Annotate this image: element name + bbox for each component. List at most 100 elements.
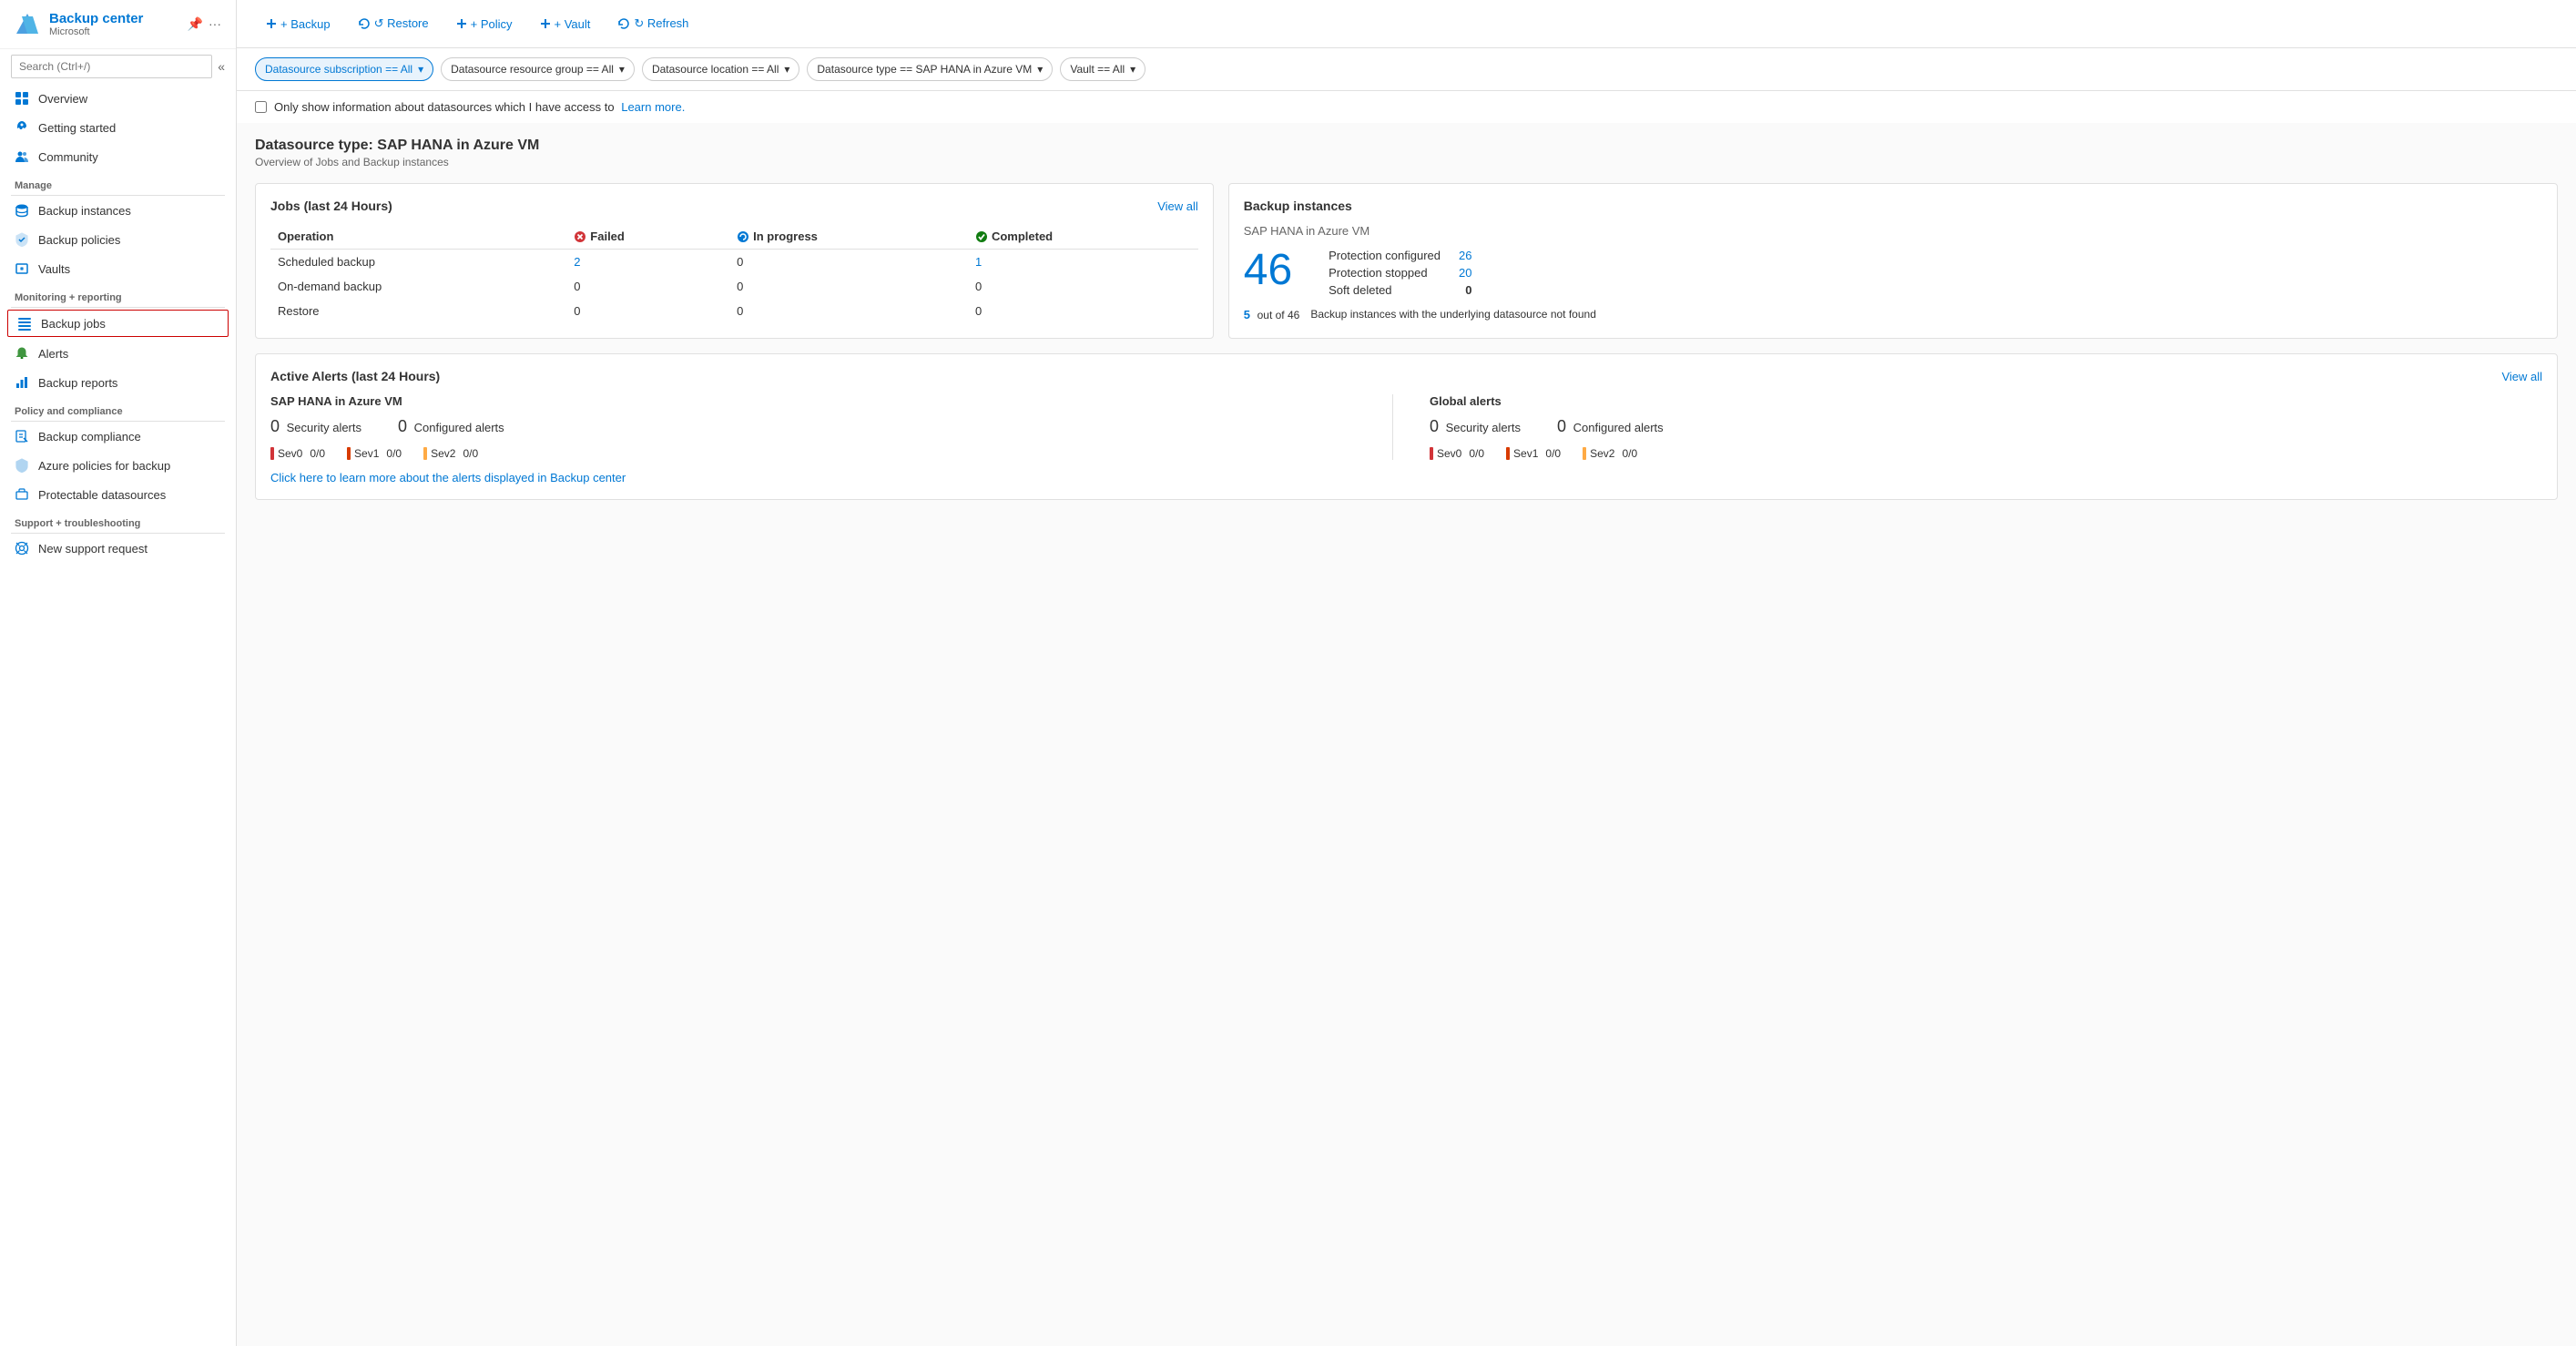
global-sev2: Sev2 0/0 <box>1583 447 1637 460</box>
table-row: Restore 0 0 0 <box>270 299 1198 323</box>
protection-configured-link[interactable]: 26 <box>1459 249 1471 262</box>
alerts-footer: Click here to learn more about the alert… <box>270 471 2542 484</box>
alerts-divider <box>1392 394 1393 460</box>
nav-backup-jobs-label: Backup jobs <box>41 317 106 331</box>
collapse-icon[interactable]: « <box>218 59 225 74</box>
nav-backup-compliance-label: Backup compliance <box>38 430 141 444</box>
restore-button[interactable]: ↺ Restore <box>347 11 440 36</box>
search-input[interactable] <box>11 55 212 78</box>
nav-backup-policies[interactable]: Backup policies <box>0 225 236 254</box>
section-manage: Manage <box>0 171 236 195</box>
access-check-checkbox[interactable] <box>255 101 267 113</box>
datasource-title: Datasource type: SAP HANA in Azure VM <box>255 138 2558 154</box>
nav-azure-policies[interactable]: Azure policies for backup <box>0 451 236 480</box>
col-operation: Operation <box>270 224 566 250</box>
backup-instances-card: Backup instances SAP HANA in Azure VM 46… <box>1228 183 2558 339</box>
global-title: Global alerts <box>1430 394 2542 408</box>
refresh-button[interactable]: ↻ Refresh <box>606 11 699 36</box>
nav-alerts[interactable]: Alerts <box>0 339 236 368</box>
refresh-icon <box>617 17 630 30</box>
sap-sev0: Sev0 0/0 <box>270 447 325 460</box>
nav-azure-policies-label: Azure policies for backup <box>38 459 170 473</box>
nav-protectable[interactable]: Protectable datasources <box>0 480 236 509</box>
more-icon[interactable]: ··· <box>209 16 221 32</box>
azure-logo <box>15 12 40 37</box>
bi-footer-link[interactable]: 5 <box>1244 308 1250 321</box>
op-ondemand: On-demand backup <box>270 274 566 299</box>
main-content: + Backup ↺ Restore + Policy + Vault ↻ Re… <box>237 0 2576 1346</box>
vault-icon <box>15 261 29 276</box>
bi-footer-num: 5 out of 46 <box>1244 308 1300 321</box>
grid-icon <box>15 91 29 106</box>
global-sev2-dot <box>1583 447 1586 460</box>
access-check-row: Only show information about datasources … <box>237 91 2576 123</box>
database-icon <box>15 203 29 218</box>
policy-label: + Policy <box>471 17 513 31</box>
nav-getting-started[interactable]: Getting started <box>0 113 236 142</box>
inprogress-icon <box>737 230 749 243</box>
scheduled-failed-link[interactable]: 2 <box>574 255 580 269</box>
sap-hana-counts: 0 Security alerts 0 Configured alerts <box>270 417 1383 436</box>
op-scheduled: Scheduled backup <box>270 250 566 275</box>
filter-subscription[interactable]: Datasource subscription == All ▾ <box>255 57 433 81</box>
table-row: Scheduled backup 2 0 1 <box>270 250 1198 275</box>
people-icon <box>15 149 29 164</box>
filter-location-label: Datasource location == All <box>652 63 779 76</box>
nav-backup-reports[interactable]: Backup reports <box>0 368 236 397</box>
nav-backup-jobs[interactable]: Backup jobs <box>7 310 229 337</box>
filter-type-label: Datasource type == SAP HANA in Azure VM <box>817 63 1032 76</box>
plus-vault-icon <box>540 18 551 29</box>
nav-overview-label: Overview <box>38 92 87 106</box>
vault-button[interactable]: + Vault <box>529 12 602 36</box>
nav-backup-instances[interactable]: Backup instances <box>0 196 236 225</box>
nav-new-support[interactable]: New support request <box>0 534 236 563</box>
soft-deleted-val: 0 <box>1465 283 1471 297</box>
nav-vaults[interactable]: Vaults <box>0 254 236 283</box>
failed-icon <box>574 230 586 243</box>
filter-vault-caret: ▾ <box>1130 63 1135 76</box>
alerts-view-all-link[interactable]: View all <box>2501 370 2542 383</box>
nav-alerts-label: Alerts <box>38 347 68 361</box>
top-cards-row: Jobs (last 24 Hours) View all Operation … <box>255 183 2558 339</box>
section-support: Support + troubleshooting <box>0 509 236 533</box>
col-completed: Completed <box>968 224 1198 250</box>
policy-button[interactable]: + Policy <box>445 12 524 36</box>
filter-location[interactable]: Datasource location == All ▾ <box>642 57 799 81</box>
content-area: Datasource type: SAP HANA in Azure VM Ov… <box>237 123 2576 1346</box>
datasource-subtitle: Overview of Jobs and Backup instances <box>255 156 2558 168</box>
filter-vault[interactable]: Vault == All ▾ <box>1060 57 1145 81</box>
filter-resource-group[interactable]: Datasource resource group == All ▾ <box>441 57 635 81</box>
nav-protectable-label: Protectable datasources <box>38 488 166 502</box>
section-monitoring: Monitoring + reporting <box>0 283 236 307</box>
bi-card-title: Backup instances <box>1244 199 2542 213</box>
nav-overview[interactable]: Overview <box>0 84 236 113</box>
nav-backup-compliance[interactable]: Backup compliance <box>0 422 236 451</box>
refresh-label: ↻ Refresh <box>634 16 688 31</box>
section-policy: Policy and compliance <box>0 397 236 421</box>
chart-icon <box>15 375 29 390</box>
col-inprogress: In progress <box>729 224 968 250</box>
alerts-learn-more-link[interactable]: Click here to learn more about the alert… <box>270 471 626 484</box>
backup-label: + Backup <box>280 17 331 31</box>
filter-type[interactable]: Datasource type == SAP HANA in Azure VM … <box>807 57 1053 81</box>
bi-footer: 5 out of 46 Backup instances with the un… <box>1244 308 2542 321</box>
learn-more-link[interactable]: Learn more. <box>621 100 685 114</box>
sev0-dot <box>270 447 274 460</box>
filter-subscription-label: Datasource subscription == All <box>265 63 412 76</box>
restore-icon <box>358 17 371 30</box>
restore-inprogress: 0 <box>729 299 968 323</box>
support-icon <box>15 541 29 556</box>
col-failed: Failed <box>566 224 729 250</box>
sidebar-header: Backup center Microsoft 📌 ··· <box>0 0 236 49</box>
sev2-dot <box>423 447 427 460</box>
jobs-table: Operation Failed In progress <box>270 224 1198 323</box>
backup-button[interactable]: + Backup <box>255 12 341 36</box>
global-counts: 0 Security alerts 0 Configured alerts <box>1430 417 2542 436</box>
pin-icon[interactable]: 📌 <box>188 16 203 32</box>
nav-community[interactable]: Community <box>0 142 236 171</box>
scheduled-completed-link[interactable]: 1 <box>975 255 982 269</box>
bi-total-count: 46 <box>1244 249 1292 292</box>
protection-stopped-link[interactable]: 20 <box>1459 266 1471 280</box>
jobs-view-all-link[interactable]: View all <box>1157 199 1198 213</box>
sap-configured-alerts: 0 Configured alerts <box>398 417 504 436</box>
